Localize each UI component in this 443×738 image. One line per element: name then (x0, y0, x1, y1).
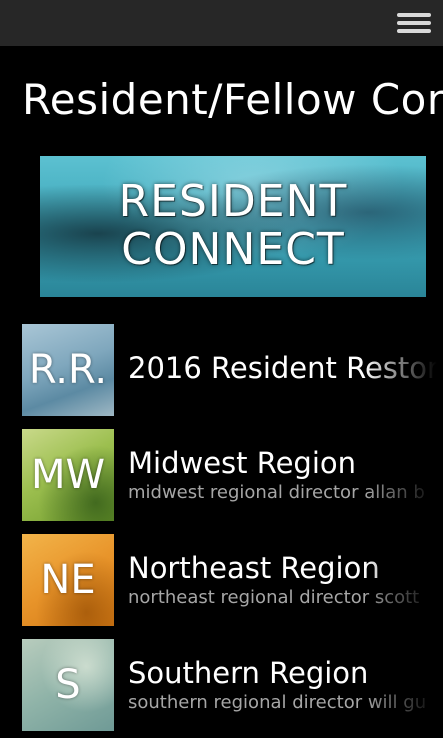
hamburger-menu-icon[interactable] (397, 10, 431, 36)
menu-line (397, 13, 431, 17)
item-tile: R.R. (22, 324, 114, 416)
item-subtitle: southern regional director will gu (128, 692, 427, 713)
tile-label: S (55, 662, 81, 708)
page-title: Resident/Fellow Connect (22, 75, 443, 124)
resident-connect-banner[interactable]: RESIDENT CONNECT (40, 156, 426, 297)
banner-line-1: RESIDENT (118, 176, 348, 227)
tile-label: MW (30, 452, 106, 498)
app-window: Resident/Fellow Connect RESIDENT CONNECT… (0, 0, 443, 738)
item-tile: NE (22, 534, 114, 626)
list-item-resident-restoration[interactable]: R.R. 2016 Resident Restoration (0, 324, 443, 416)
item-subtitle: northeast regional director scott (128, 587, 420, 608)
item-text: 2016 Resident Restoration (128, 324, 443, 416)
region-list: R.R. 2016 Resident Restoration MW Midwes… (0, 324, 443, 738)
item-text: Southern Region southern regional direct… (128, 639, 443, 731)
tile-label: NE (40, 557, 96, 603)
item-title: Southern Region (128, 656, 369, 690)
item-title: Midwest Region (128, 446, 357, 480)
item-title: Northeast Region (128, 551, 380, 585)
list-item-southern-region[interactable]: S Southern Region southern regional dire… (0, 639, 443, 731)
menu-line (397, 29, 431, 33)
list-item-midwest-region[interactable]: MW Midwest Region midwest regional direc… (0, 429, 443, 521)
tile-label: R.R. (28, 347, 108, 393)
item-tile: S (22, 639, 114, 731)
menu-line (397, 21, 431, 25)
banner-line-2: CONNECT (121, 224, 345, 275)
item-text: Northeast Region northeast regional dire… (128, 534, 443, 626)
item-title: 2016 Resident Restoration (128, 351, 443, 385)
item-tile: MW (22, 429, 114, 521)
banner-text: RESIDENT CONNECT (40, 178, 426, 274)
list-item-northeast-region[interactable]: NE Northeast Region northeast regional d… (0, 534, 443, 626)
item-subtitle: midwest regional director allan b (128, 482, 425, 503)
top-app-bar (0, 0, 443, 46)
item-text: Midwest Region midwest regional director… (128, 429, 443, 521)
